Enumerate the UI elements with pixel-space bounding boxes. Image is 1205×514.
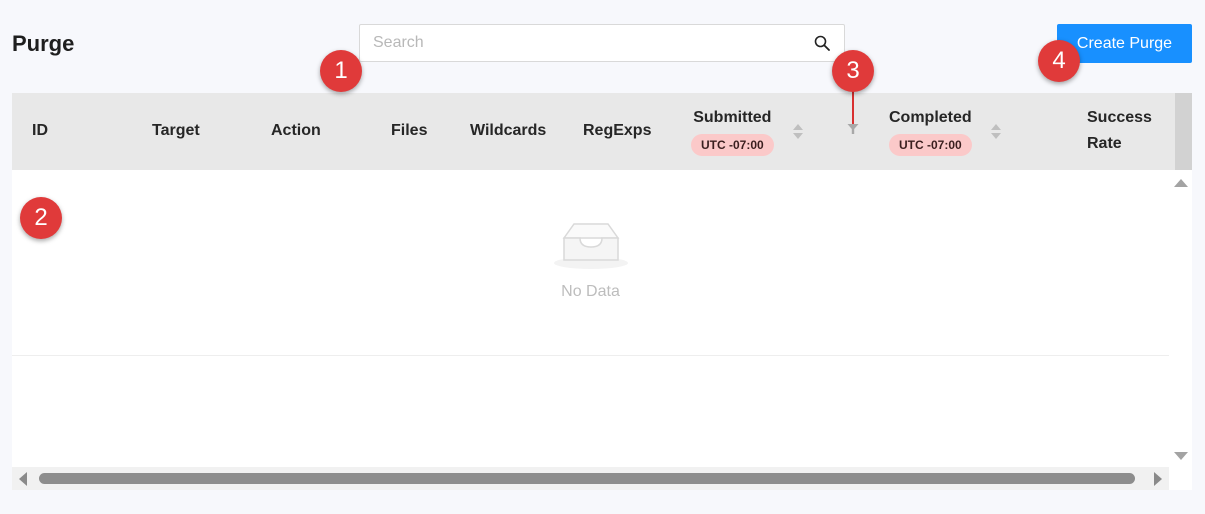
column-header-success-line1: Success [1087, 109, 1152, 126]
table-header: ID Target Action Files Wildcards RegExps… [12, 93, 1175, 170]
empty-inbox-icon [554, 223, 628, 269]
callout-marker-2: 2 [20, 197, 62, 239]
callout-marker-3: 3 [832, 50, 874, 92]
timezone-badge: UTC -07:00 [691, 134, 774, 156]
scroll-right-icon[interactable] [1154, 472, 1162, 486]
sort-descending-icon [793, 133, 803, 139]
column-header-target[interactable]: Target [152, 122, 200, 140]
column-header-action[interactable]: Action [271, 122, 321, 140]
callout-marker-1: 1 [320, 50, 362, 92]
timezone-badge: UTC -07:00 [889, 134, 972, 156]
scroll-left-icon[interactable] [19, 472, 27, 486]
column-header-submitted-label: Submitted [693, 109, 772, 126]
sort-submitted-icon[interactable] [793, 124, 803, 144]
callout-3-pointer [852, 90, 854, 124]
scroll-up-icon[interactable] [1174, 179, 1188, 187]
callout-marker-4: 4 [1038, 40, 1080, 82]
column-header-submitted[interactable]: Submitted UTC -07:00 [691, 109, 774, 156]
purge-page: Purge Create Purge ID Target Action File… [0, 0, 1205, 514]
header-scrollbar-gutter [1175, 93, 1192, 170]
column-header-id[interactable]: ID [32, 122, 48, 140]
horizontal-scrollbar-thumb[interactable] [39, 473, 1135, 484]
column-header-success-rate[interactable]: Success Rate [1087, 105, 1152, 157]
vertical-scrollbar[interactable] [1169, 170, 1192, 467]
search-input[interactable] [360, 25, 800, 61]
scroll-down-icon[interactable] [1174, 452, 1188, 460]
page-title: Purge [12, 31, 75, 56]
filter-icon[interactable] [847, 123, 859, 135]
column-header-regexps[interactable]: RegExps [583, 122, 651, 140]
sort-ascending-icon [991, 124, 1001, 130]
column-header-completed-label: Completed [889, 109, 972, 126]
sort-completed-icon[interactable] [991, 124, 1001, 144]
empty-state-text: No Data [561, 283, 620, 300]
table-body: No Data [12, 170, 1169, 356]
sort-ascending-icon [793, 124, 803, 130]
column-header-success-line2: Rate [1087, 135, 1122, 152]
column-header-wildcards[interactable]: Wildcards [470, 122, 546, 140]
search-box[interactable] [359, 24, 845, 62]
search-icon[interactable] [814, 35, 830, 51]
column-header-completed[interactable]: Completed UTC -07:00 [889, 109, 972, 156]
column-header-files[interactable]: Files [391, 122, 427, 140]
purge-table: ID Target Action Files Wildcards RegExps… [12, 93, 1192, 490]
horizontal-scrollbar[interactable] [12, 467, 1169, 490]
sort-descending-icon [991, 133, 1001, 139]
